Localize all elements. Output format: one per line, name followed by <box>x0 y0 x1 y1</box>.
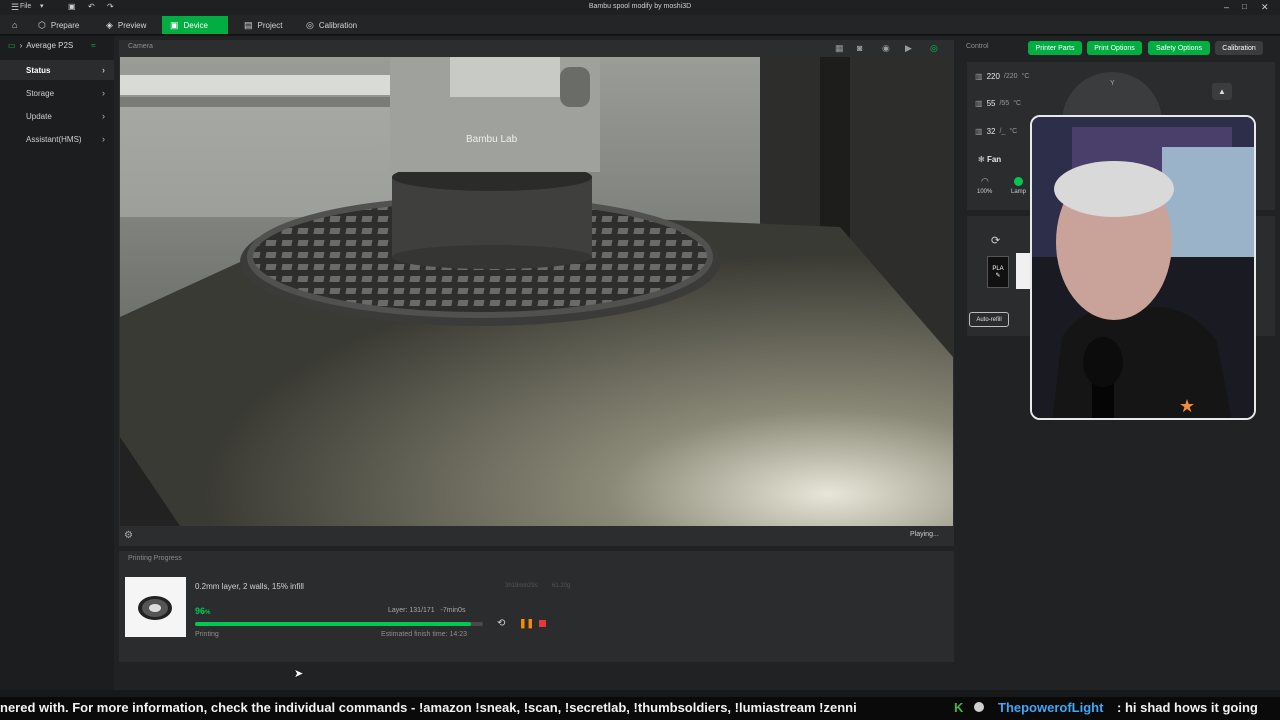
sidebar-item-update[interactable]: Update › <box>0 106 114 126</box>
camera-image: Bambu Lab <box>120 57 953 526</box>
chat-message: : hi shad hows it going <box>1117 700 1258 715</box>
chevron-right-icon: › <box>102 111 105 121</box>
title-bar: ☰ File ▾ ▣ ↶ ↷ Bambu spool modify by mos… <box>0 0 1280 15</box>
camera-label: Camera <box>128 43 153 50</box>
tab-label: Project <box>257 20 283 30</box>
project-icon: ▤ <box>244 19 253 30</box>
tab-label: Calibration <box>318 20 358 30</box>
bed-temp[interactable]: ▥ 55 /55 °C <box>975 99 1021 108</box>
chevron-right-icon: › <box>19 41 23 50</box>
chamber-icon: ▥ <box>975 127 983 136</box>
sidebar-item-status[interactable]: Status › <box>0 60 114 80</box>
camera-feed[interactable]: Bambu Lab <box>120 57 953 526</box>
nozzle-temp[interactable]: ▥ 220 /220 °C <box>975 72 1029 81</box>
sidebar-item-label: Update <box>26 111 52 121</box>
recording-icon[interactable]: ◙ <box>857 43 862 53</box>
printer-icon: ▭ <box>8 41 16 50</box>
job-name: 0.2mm layer, 2 walls, 15% infill <box>195 582 304 591</box>
chevron-right-icon: › <box>102 134 105 144</box>
ticker-platform-icon: K <box>954 700 964 715</box>
printing-progress-panel <box>119 551 954 662</box>
safety-options-button[interactable]: Safety Options <box>1148 41 1210 55</box>
webcam-overlay <box>1030 115 1256 420</box>
calibration-button[interactable]: Calibration <box>1215 41 1263 55</box>
sidebar-item-label: Assistant(HMS) <box>26 134 82 144</box>
progress-title: Printing Progress <box>128 555 182 562</box>
print-thumbnail <box>125 577 186 637</box>
total-time: 3h19min29s <box>505 583 538 589</box>
progress-percent: 96% <box>195 606 211 616</box>
filament-weight: 61.20g <box>552 583 571 589</box>
tab-label: Preview <box>117 20 147 30</box>
spool-thumbnail-icon <box>138 596 172 620</box>
mouse-cursor-icon: ➤ <box>294 668 304 680</box>
wifi-icon: ≈ <box>91 41 96 50</box>
auto-refill-button[interactable]: Auto-refill <box>969 312 1009 327</box>
fan-label: ✻ Fan <box>978 155 1002 164</box>
chevron-right-icon: › <box>102 65 105 75</box>
tab-bar: ⌂ ⬡ Prepare ◈ Preview ▣ Device ▤ Project… <box>0 15 1280 35</box>
prepare-icon: ⬡ <box>38 19 46 30</box>
chat-username: ThepowerofLight <box>998 700 1104 715</box>
camera-settings-icon[interactable]: ⚙ <box>124 530 133 541</box>
tab-label: Prepare <box>50 20 80 30</box>
layer-info: Layer: 131/171 -7min0s <box>388 607 466 614</box>
z-up-button[interactable]: ▲ <box>1212 83 1232 100</box>
stop-button[interactable] <box>539 620 546 627</box>
printer-selector[interactable]: ▭ › Average P2S ≈ <box>8 41 96 50</box>
tab-label: Device <box>183 20 208 30</box>
bed-icon: ▥ <box>975 99 983 108</box>
pause-button[interactable]: ❚❚ <box>519 618 534 629</box>
ams-slot-2[interactable] <box>1016 253 1030 289</box>
timelapse-icon[interactable]: ▦ <box>835 43 844 54</box>
sidebar-item-label: Status <box>26 65 51 75</box>
maximize-icon[interactable]: □ <box>1242 2 1247 11</box>
device-icon: ▣ <box>170 19 179 30</box>
progress-bar <box>195 622 483 626</box>
snapshot-icon[interactable]: ◉ <box>882 43 890 54</box>
ams-refresh-icon[interactable]: ⟳ <box>991 234 1000 247</box>
print-status: Printing <box>195 631 219 638</box>
ticker-text: nered with. For more information, check … <box>0 700 857 715</box>
sidebar-item-storage[interactable]: Storage › <box>0 83 114 103</box>
minimize-icon[interactable]: – <box>1224 2 1229 12</box>
edit-icon: ✎ <box>995 272 1001 279</box>
print-options-button[interactable]: Print Options <box>1087 41 1142 55</box>
sidebar-item-label: Storage <box>26 88 55 98</box>
refresh-icon[interactable]: ⟲ <box>497 618 505 629</box>
printer-parts-button[interactable]: Printer Parts <box>1028 41 1082 55</box>
tab-prepare[interactable]: ⬡ Prepare <box>30 16 87 34</box>
tab-preview[interactable]: ◈ Preview <box>98 16 154 34</box>
progress-fill <box>195 622 472 626</box>
streamer-webcam-image <box>1032 117 1254 418</box>
tab-project[interactable]: ▤ Project <box>236 16 290 34</box>
tab-device[interactable]: ▣ Device <box>162 16 228 34</box>
brand-text: Bambu Lab <box>466 134 518 145</box>
lamp-label: Lamp <box>1011 189 1027 195</box>
ams-slot[interactable]: PLA ✎ <box>987 256 1009 288</box>
fan-percent: 100% <box>977 189 993 195</box>
chevron-right-icon: › <box>102 88 105 98</box>
fan-icon: ✻ <box>978 155 985 164</box>
sidebar-item-assistant[interactable]: Assistant(HMS) › <box>0 129 114 149</box>
home-icon[interactable]: ⌂ <box>4 16 25 34</box>
calibration-icon: ◎ <box>306 19 314 30</box>
fan-speed-icon[interactable]: ◠ <box>981 176 989 187</box>
y-axis-label: Y <box>1110 80 1115 87</box>
camera-state: Playing... <box>910 531 939 538</box>
nozzle-icon: ▥ <box>975 72 983 81</box>
star-icon: ★ <box>1179 396 1196 416</box>
chat-icon <box>974 702 984 712</box>
camera-status-icon[interactable]: ◎ <box>930 43 938 54</box>
printer-name: Average P2S <box>26 41 74 50</box>
finish-time: Estimated finish time: 14:23 <box>381 631 467 638</box>
tab-calibration[interactable]: ◎ Calibration <box>298 16 365 34</box>
preview-icon: ◈ <box>106 19 113 30</box>
control-label: Control <box>966 43 989 50</box>
chamber-temp[interactable]: ▥ 32 /_ °C <box>975 127 1017 136</box>
lamp-toggle[interactable] <box>1014 177 1023 186</box>
video-icon[interactable]: ▶ <box>905 43 912 54</box>
app-title: Bambu spool modify by moshi3D <box>588 3 692 10</box>
close-icon[interactable]: ✕ <box>1261 2 1269 13</box>
